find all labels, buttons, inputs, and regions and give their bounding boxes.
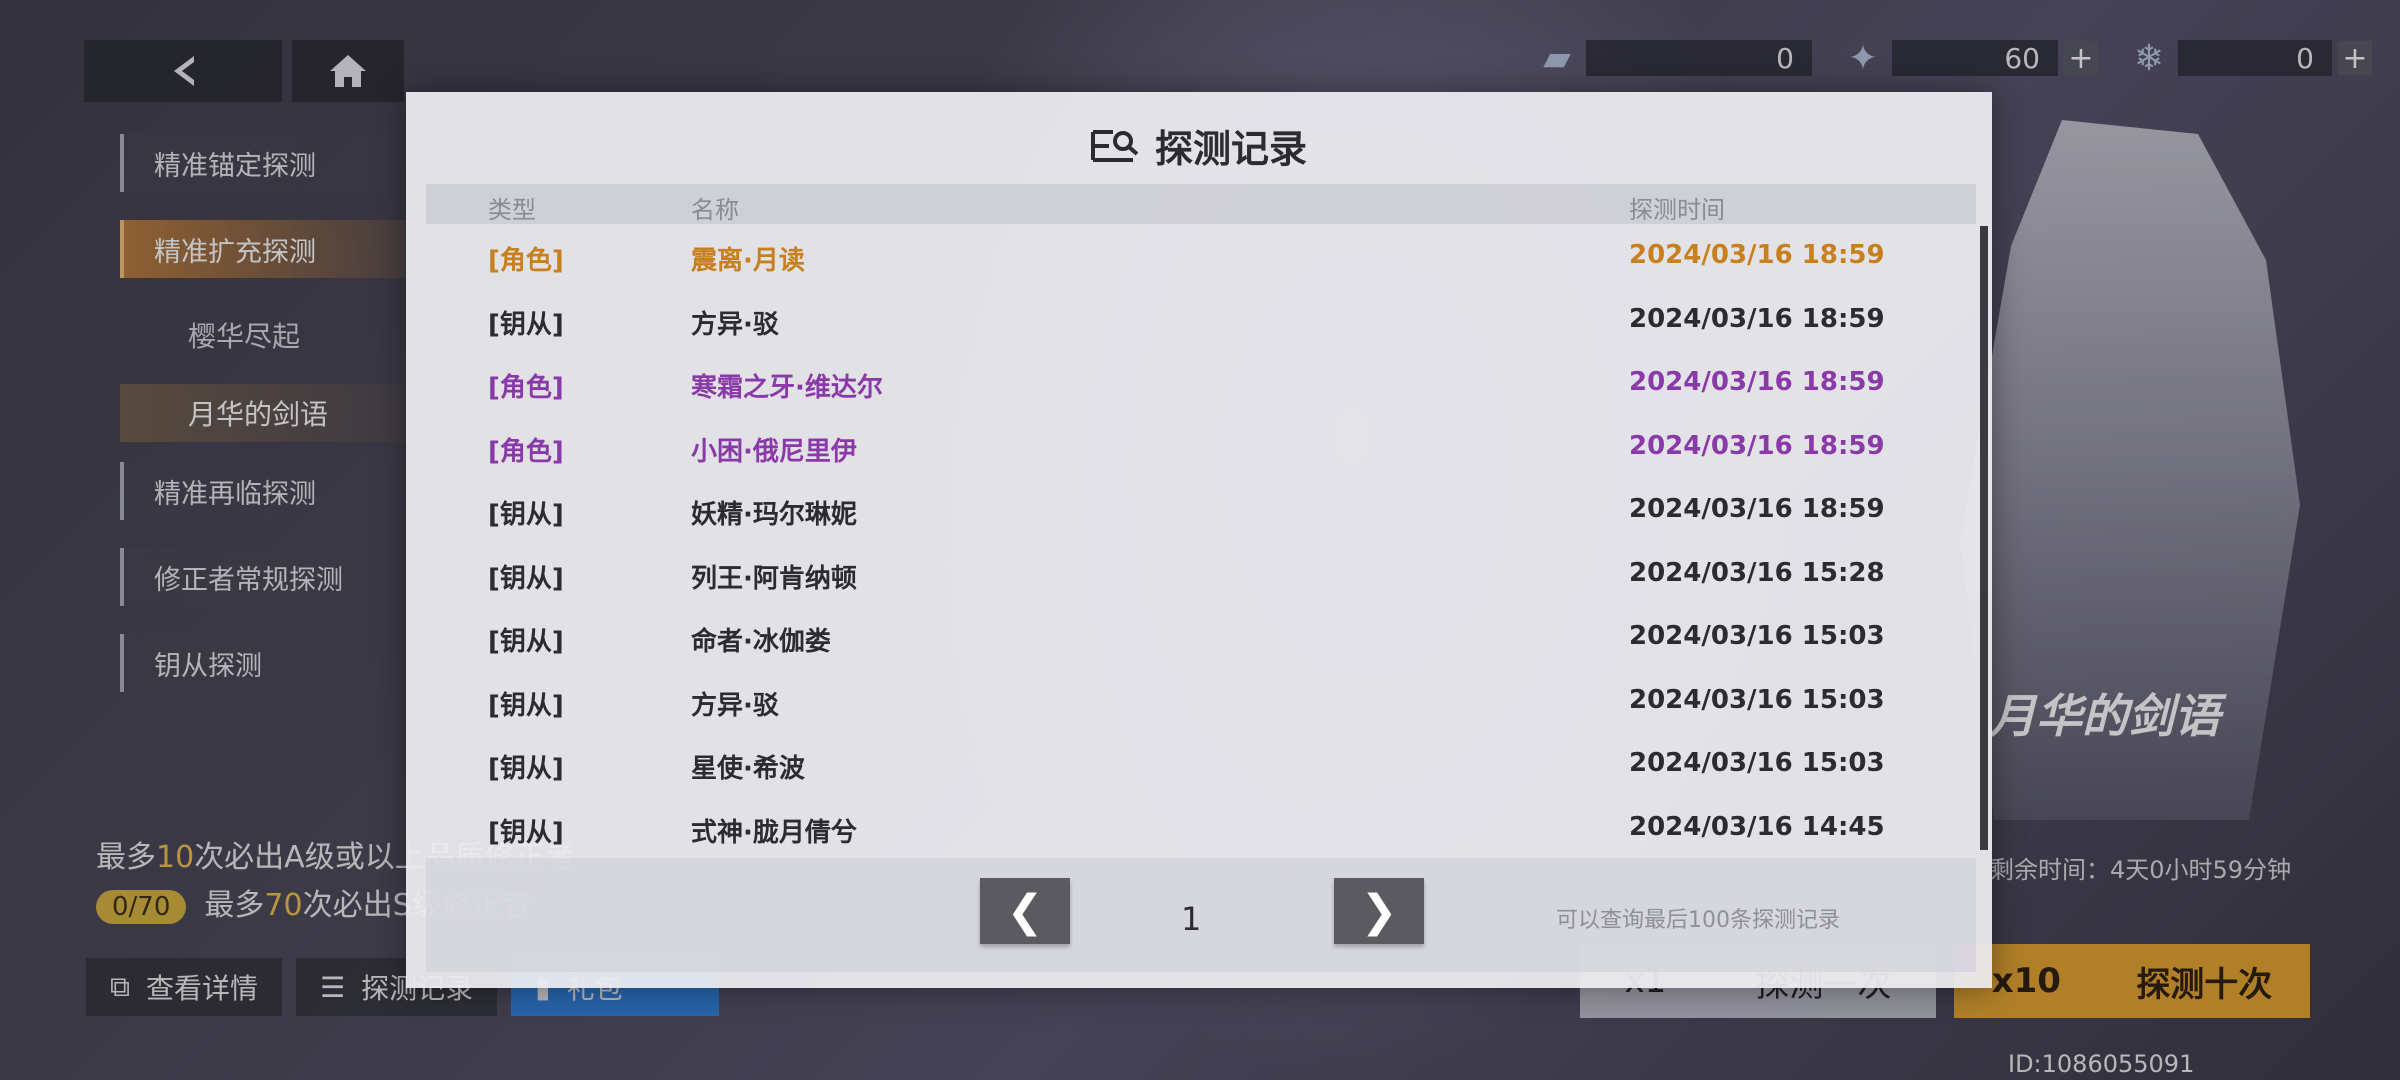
record-row: [角色] 寒霜之牙·维达尔 2024/03/16 18:59 <box>426 351 1976 415</box>
record-time: 2024/03/16 18:59 <box>1629 430 1885 461</box>
record-type: [钥从] <box>488 754 564 784</box>
record-type: [角色] <box>488 373 564 403</box>
record-scrollbar[interactable] <box>1980 226 1988 850</box>
record-limit-note: 可以查询最后100条探测记录 <box>1556 908 1840 933</box>
record-type: [钥从] <box>488 690 564 721</box>
record-row: [角色] 小困·俄尼里伊 2024/03/16 18:59 <box>426 415 1976 479</box>
record-name: 震离·月读 <box>691 246 805 276</box>
draw-history-modal: 探测记录 类型 名称 探测时间 [角色] 震离·月读 2024/03/16 18:5… <box>406 92 1992 988</box>
record-type: [角色] <box>488 436 564 467</box>
record-time: 2024/03/16 18:59 <box>1629 303 1885 334</box>
record-time: 2024/03/16 18:59 <box>1629 367 1885 397</box>
record-time: 2024/03/16 18:59 <box>1629 240 1885 270</box>
record-time: 2024/03/16 18:59 <box>1629 494 1885 524</box>
record-name: 小困·俄尼里伊 <box>691 436 857 467</box>
record-name: 列王·阿肯纳顿 <box>691 563 857 594</box>
record-type: [钥从] <box>488 627 564 657</box>
modal-title: 探测记录 <box>1154 127 1307 171</box>
scrollbar-thumb[interactable] <box>1980 226 1988 850</box>
record-row: [钥从] 方异·驳 2024/03/16 18:59 <box>426 288 1976 352</box>
record-name: 命者·冰伽娄 <box>691 627 831 657</box>
record-row: [钥从] 方异·驳 2024/03/16 15:03 <box>426 669 1976 733</box>
column-header-type: 类型 <box>488 196 536 224</box>
record-row: [钥从] 星使·希波 2024/03/16 15:03 <box>426 732 1976 796</box>
column-header-name: 名称 <box>691 196 739 224</box>
pagination: ❮ 1 ❯ 可以查询最后100条探测记录 <box>426 858 1976 972</box>
table-header: 类型 名称 探测时间 <box>426 184 1976 224</box>
record-time: 2024/03/16 15:03 <box>1629 684 1885 715</box>
page-number: 1 <box>1181 900 1202 938</box>
record-time: 2024/03/16 15:03 <box>1629 621 1885 651</box>
record-type: [钥从] <box>488 817 564 848</box>
record-row: [角色] 震离·月读 2024/03/16 18:59 <box>426 224 1976 288</box>
modal-header: 探测记录 <box>406 118 1992 173</box>
record-name: 式神·胧月倩兮 <box>691 817 857 848</box>
record-type: [钥从] <box>488 309 564 340</box>
record-name: 妖精·玛尔琳妮 <box>691 500 857 530</box>
next-page-button[interactable]: ❯ <box>1334 878 1424 944</box>
record-name: 星使·希波 <box>691 754 805 784</box>
column-header-time: 探测时间 <box>1629 196 1725 224</box>
previous-page-button[interactable]: ❮ <box>980 878 1070 944</box>
record-type: [钥从] <box>488 500 564 530</box>
record-search-icon <box>1090 129 1139 162</box>
record-name: 方异·驳 <box>691 309 779 340</box>
record-time: 2024/03/16 14:45 <box>1629 811 1885 842</box>
record-time: 2024/03/16 15:03 <box>1629 748 1885 778</box>
record-type: [角色] <box>488 246 564 276</box>
record-name: 方异·驳 <box>691 690 779 721</box>
record-row: [钥从] 列王·阿肯纳顿 2024/03/16 15:28 <box>426 542 1976 606</box>
record-row: [钥从] 妖精·玛尔琳妮 2024/03/16 18:59 <box>426 478 1976 542</box>
record-row: [钥从] 式神·胧月倩兮 2024/03/16 14:45 <box>426 796 1976 860</box>
record-name: 寒霜之牙·维达尔 <box>691 373 883 403</box>
record-type: [钥从] <box>488 563 564 594</box>
record-list[interactable]: [角色] 震离·月读 2024/03/16 18:59 [钥从] 方异·驳 2024/03… <box>426 224 1976 859</box>
record-row: [钥从] 命者·冰伽娄 2024/03/16 15:03 <box>426 605 1976 669</box>
record-time: 2024/03/16 15:28 <box>1629 557 1885 588</box>
